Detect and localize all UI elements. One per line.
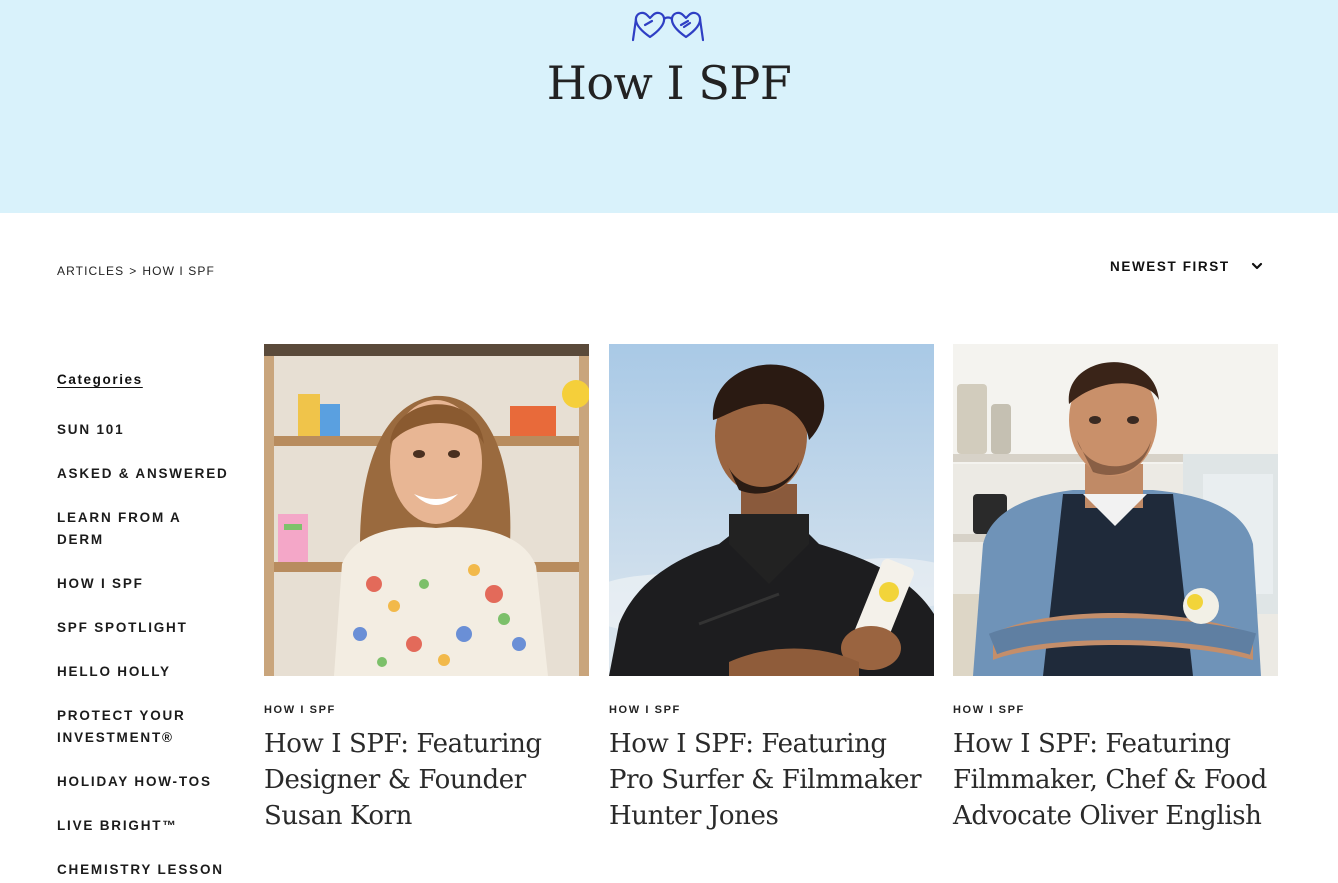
article-image[interactable] [264,344,589,676]
chevron-down-icon [1251,262,1262,270]
category-learn-from-a-derm[interactable]: LEARN FROM A DERM [57,507,207,551]
hero-banner: How I SPF [0,0,1338,213]
category-live-bright[interactable]: LIVE BRIGHT™ [57,815,247,837]
category-sun-101[interactable]: SUN 101 [57,419,247,441]
category-list: SUN 101 ASKED & ANSWERED LEARN FROM A DE… [46,419,247,881]
breadcrumb: ARTICLES > HOW I SPF [57,264,215,278]
categories-sidebar: Categories SUN 101 ASKED & ANSWERED LEAR… [46,372,247,883]
article-title[interactable]: How I SPF: Featuring Pro Surfer & Filmma… [609,726,934,834]
sort-label: NEWEST FIRST [1110,258,1230,274]
article-card[interactable]: HOW I SPF How I SPF: Featuring Designer … [264,344,589,834]
category-chemistry-lesson[interactable]: CHEMISTRY LESSON [57,859,247,881]
article-card[interactable]: HOW I SPF How I SPF: Featuring Pro Surfe… [609,344,934,834]
breadcrumb-separator: > [129,264,138,278]
categories-heading[interactable]: Categories [57,372,247,387]
category-protect-your-investment[interactable]: PROTECT YOUR INVESTMENT® [57,705,207,749]
article-title[interactable]: How I SPF: Featuring Designer & Founder … [264,726,589,834]
breadcrumb-current: HOW I SPF [142,264,215,278]
article-image[interactable] [609,344,934,676]
article-tag[interactable]: HOW I SPF [609,704,934,716]
category-spf-spotlight[interactable]: SPF SPOTLIGHT [57,617,247,639]
sort-dropdown[interactable]: NEWEST FIRST [1110,257,1266,275]
article-card[interactable]: HOW I SPF How I SPF: Featuring Filmmaker… [953,344,1278,834]
article-title[interactable]: How I SPF: Featuring Filmmaker, Chef & F… [953,726,1278,834]
category-asked-answered[interactable]: ASKED & ANSWERED [57,463,247,485]
article-tag[interactable]: HOW I SPF [953,704,1278,716]
category-holiday-how-tos[interactable]: HOLIDAY HOW-TOS [57,771,247,793]
category-hello-holly[interactable]: HELLO HOLLY [57,661,247,683]
article-tag[interactable]: HOW I SPF [264,704,589,716]
page-title: How I SPF [546,56,792,110]
category-how-i-spf[interactable]: HOW I SPF [46,573,247,596]
article-image[interactable] [953,344,1278,676]
heart-sunglasses-icon [632,11,704,42]
breadcrumb-link-articles[interactable]: ARTICLES [57,264,124,278]
